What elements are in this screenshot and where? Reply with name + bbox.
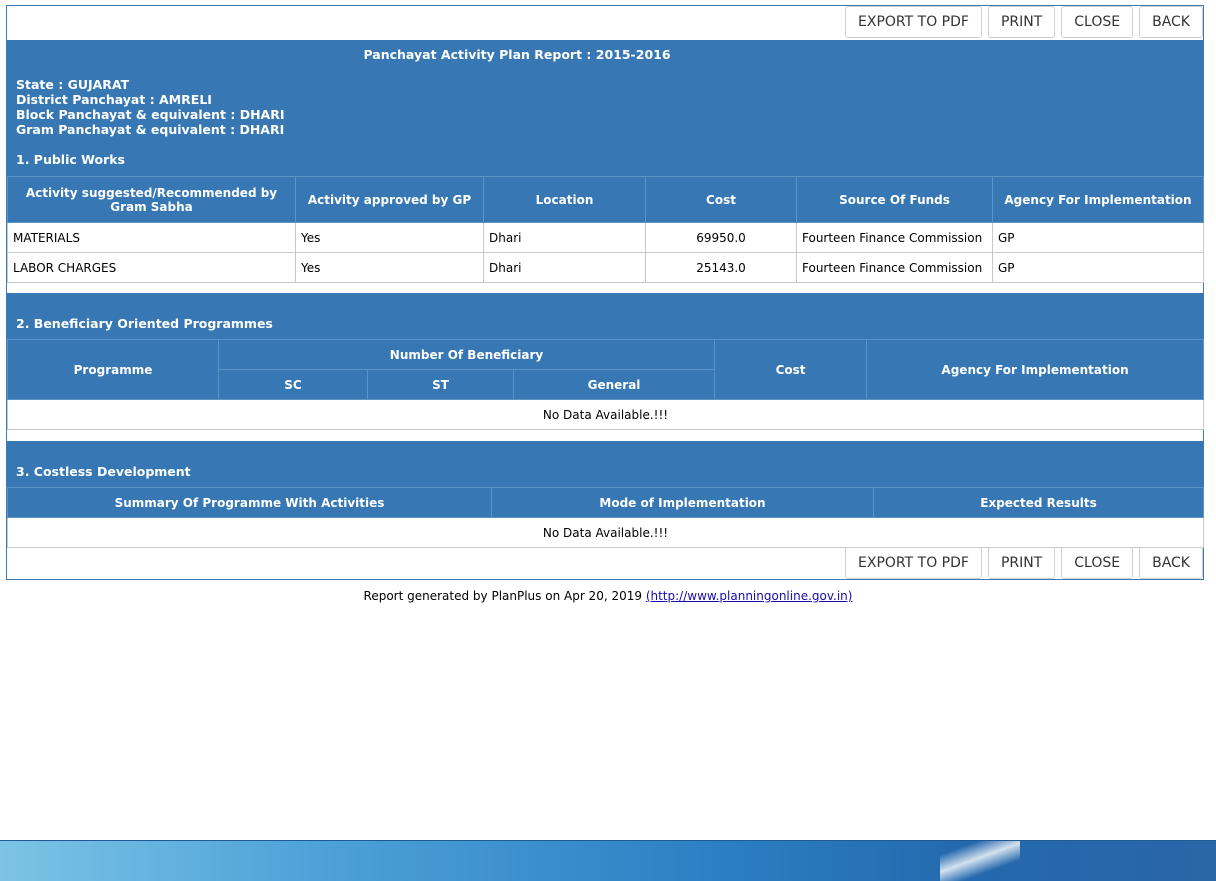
- col-mode: Mode of Implementation: [491, 487, 874, 518]
- col-activity-suggested: Activity suggested/Recommended by Gram S…: [7, 176, 296, 223]
- cell-cost: 25143.0: [645, 252, 797, 283]
- report-title: Panchayat Activity Plan Report : 2015-20…: [363, 47, 671, 62]
- cell-activity: MATERIALS: [7, 222, 296, 253]
- print-button[interactable]: PRINT: [987, 547, 1056, 579]
- col-st: ST: [367, 369, 514, 400]
- no-data-message: No Data Available.!!!: [7, 517, 1204, 548]
- footer-banner: [0, 840, 1216, 881]
- export-pdf-button[interactable]: EXPORT TO PDF: [845, 6, 982, 38]
- col-cost: Cost: [645, 176, 797, 223]
- cell-location: Dhari: [483, 222, 646, 253]
- col-cost: Cost: [714, 339, 868, 400]
- cell-source: Fourteen Finance Commission: [796, 252, 993, 283]
- no-data-row: No Data Available.!!!: [6, 399, 1205, 430]
- table-row: MATERIALS Yes Dhari 69950.0 Fourteen Fin…: [7, 222, 1204, 253]
- table-header-row: Programme Number Of Beneficiary Cost Age…: [7, 339, 1205, 400]
- table-header-row: Activity suggested/Recommended by Gram S…: [7, 176, 1204, 223]
- beneficiary-panel: 2. Beneficiary Oriented Programmes Progr…: [6, 293, 1205, 430]
- table-header-row: Summary Of Programme With Activities Mod…: [7, 487, 1204, 518]
- beneficiary-table: Programme Number Of Beneficiary Cost Age…: [6, 339, 1205, 430]
- col-agency: Agency For Implementation: [866, 339, 1205, 400]
- cell-cost: 69950.0: [645, 222, 797, 253]
- costless-title: 3. Costless Development: [16, 464, 191, 479]
- beneficiary-title: 2. Beneficiary Oriented Programmes: [16, 316, 273, 331]
- report-frame: EXPORT TO PDF PRINT CLOSE BACK Panchayat…: [6, 5, 1205, 581]
- cell-agency: GP: [992, 222, 1204, 253]
- banner-gloss: [940, 841, 1020, 881]
- public-works-panel: Panchayat Activity Plan Report : 2015-20…: [7, 40, 1204, 283]
- cell-approved: Yes: [295, 222, 484, 253]
- export-pdf-button[interactable]: EXPORT TO PDF: [845, 547, 982, 579]
- back-button[interactable]: BACK: [1139, 547, 1203, 579]
- cell-approved: Yes: [295, 252, 484, 283]
- close-button[interactable]: CLOSE: [1061, 6, 1134, 38]
- costless-panel: 3. Costless Development Summary Of Progr…: [7, 441, 1204, 548]
- print-button[interactable]: PRINT: [987, 6, 1056, 38]
- col-agency: Agency For Implementation: [992, 176, 1204, 223]
- planning-online-link[interactable]: (http://www.planningonline.gov.in): [646, 589, 853, 603]
- close-button[interactable]: CLOSE: [1061, 547, 1134, 579]
- cell-location: Dhari: [483, 252, 646, 283]
- footer-text: Report generated by PlanPlus on Apr 20, …: [363, 589, 646, 603]
- no-data-message: No Data Available.!!!: [6, 399, 1205, 430]
- report-footer: Report generated by PlanPlus on Apr 20, …: [0, 589, 1216, 603]
- no-data-row: No Data Available.!!!: [7, 517, 1204, 548]
- report-meta: State : GUJARAT District Panchayat : AMR…: [16, 77, 284, 137]
- col-general: General: [512, 369, 716, 400]
- bottom-button-bar: EXPORT TO PDF PRINT CLOSE BACK: [845, 547, 1203, 581]
- col-number-of-beneficiary: Number Of Beneficiary: [217, 339, 716, 370]
- col-sc: SC: [218, 369, 368, 400]
- gram-label: Gram Panchayat & equivalent : DHARI: [16, 122, 285, 137]
- col-summary: Summary Of Programme With Activities: [7, 487, 492, 518]
- table-row: LABOR CHARGES Yes Dhari 25143.0 Fourteen…: [7, 252, 1204, 283]
- block-label: Block Panchayat & equivalent : DHARI: [16, 107, 285, 122]
- public-works-table: Activity suggested/Recommended by Gram S…: [7, 176, 1204, 283]
- state-label: State : GUJARAT: [16, 77, 130, 92]
- costless-table: Summary Of Programme With Activities Mod…: [7, 487, 1204, 548]
- district-label: District Panchayat : AMRELI: [16, 92, 212, 107]
- col-programme: Programme: [7, 339, 219, 400]
- top-button-bar: EXPORT TO PDF PRINT CLOSE BACK: [845, 6, 1203, 40]
- public-works-title: 1. Public Works: [16, 152, 125, 167]
- cell-source: Fourteen Finance Commission: [796, 222, 993, 253]
- col-expected-results: Expected Results: [873, 487, 1204, 518]
- back-button[interactable]: BACK: [1139, 6, 1203, 38]
- col-source-of-funds: Source Of Funds: [796, 176, 993, 223]
- cell-agency: GP: [992, 252, 1204, 283]
- col-location: Location: [483, 176, 646, 223]
- cell-activity: LABOR CHARGES: [7, 252, 296, 283]
- col-activity-approved: Activity approved by GP: [295, 176, 484, 223]
